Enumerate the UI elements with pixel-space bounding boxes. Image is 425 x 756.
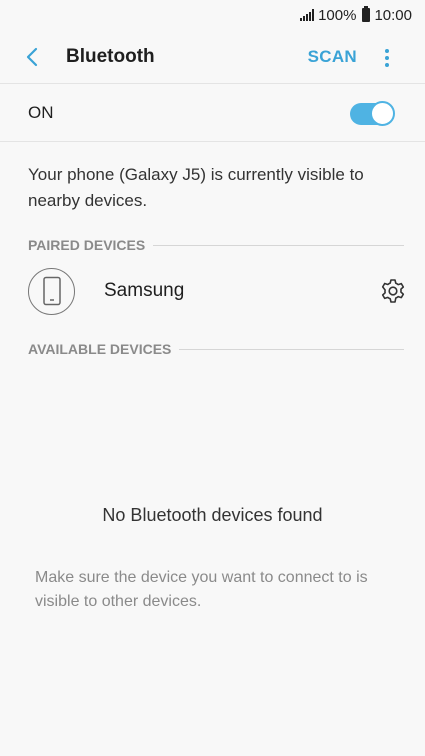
phone-icon <box>28 267 75 315</box>
device-name: Samsung <box>104 280 185 301</box>
device-settings-button[interactable] <box>379 277 407 305</box>
toggle-label: ON <box>28 102 54 122</box>
divider <box>153 244 404 246</box>
app-bar: Bluetooth SCAN <box>0 30 425 84</box>
paired-devices-header: PAIRED DEVICES <box>0 234 425 256</box>
more-options-icon <box>385 49 389 53</box>
back-button[interactable] <box>20 44 46 70</box>
battery-percentage: 100% <box>318 6 357 24</box>
clock: 10:00 <box>374 6 412 24</box>
battery-icon <box>362 6 371 22</box>
paired-devices-label: PAIRED DEVICES <box>28 237 146 253</box>
signal-icon <box>300 9 315 21</box>
divider <box>179 348 404 350</box>
page-title: Bluetooth <box>66 45 155 67</box>
visibility-message: Your phone (Galaxy J5) is currently visi… <box>28 165 364 210</box>
status-bar: 100% 10:00 <box>0 0 425 30</box>
empty-state-hint: Make sure the device you want to connect… <box>35 569 368 610</box>
available-devices-label: AVAILABLE DEVICES <box>28 341 172 357</box>
gear-icon <box>381 279 405 303</box>
bluetooth-toggle-row[interactable]: ON <box>0 84 425 142</box>
more-options-button[interactable] <box>379 47 395 69</box>
available-devices-header: AVAILABLE DEVICES <box>0 338 425 360</box>
paired-device-item[interactable]: Samsung <box>0 256 425 326</box>
bluetooth-toggle-switch[interactable] <box>350 100 395 126</box>
back-arrow-icon <box>26 47 38 67</box>
empty-state-title: No Bluetooth devices found <box>102 505 323 525</box>
scan-button[interactable]: SCAN <box>308 47 357 67</box>
